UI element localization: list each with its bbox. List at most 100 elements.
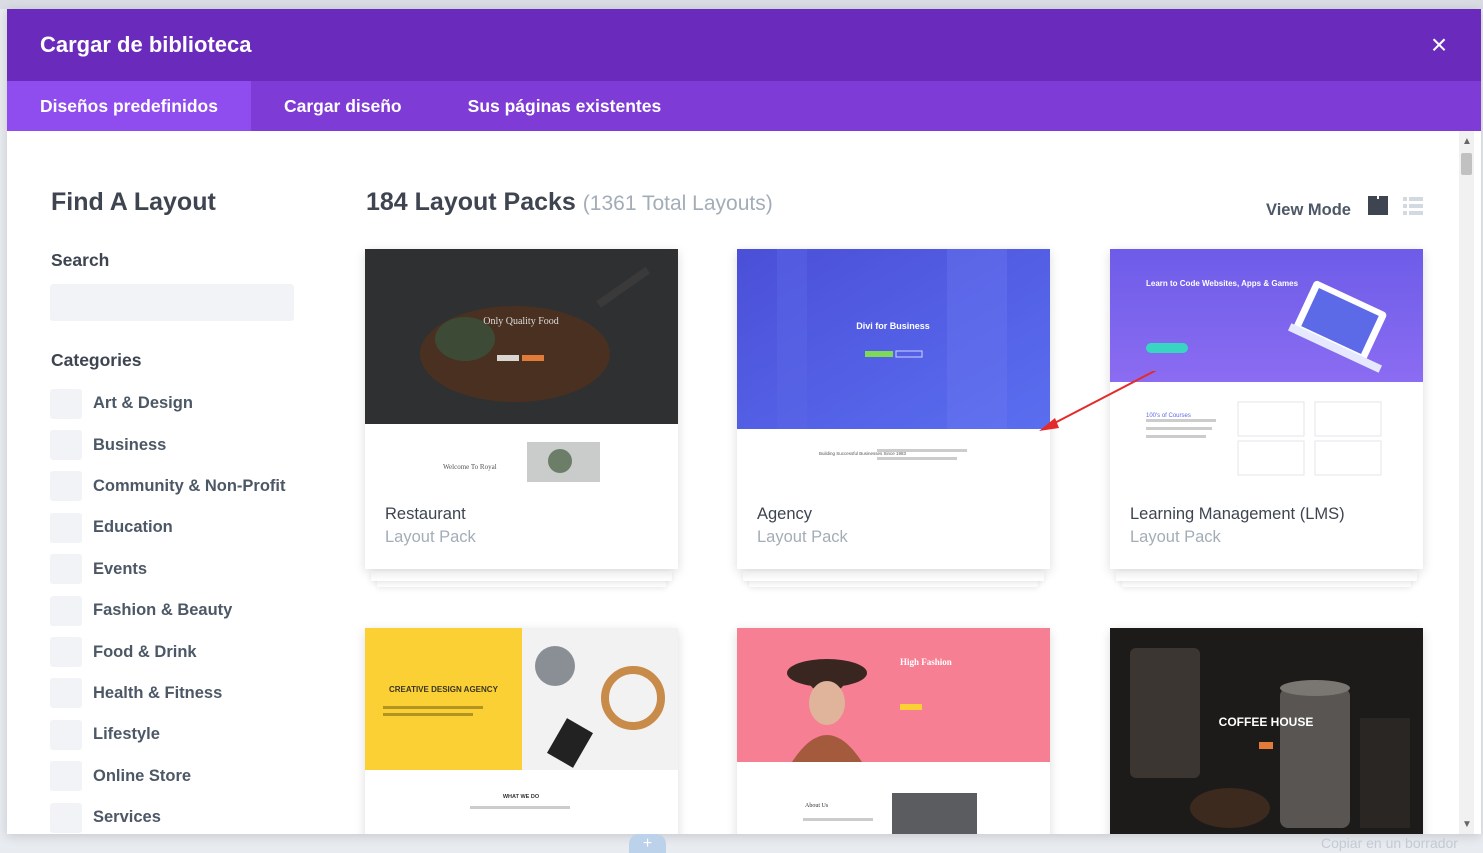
packs-title: 184 Layout Packs (1361 Total Layouts)	[366, 188, 773, 217]
card-thumbnail: Divi for Business Building Successful Bu…	[737, 249, 1050, 487]
coffee-thumb-headline: COFFEE HOUSE	[1219, 715, 1314, 729]
category-label: Fashion & Beauty	[93, 601, 233, 620]
category-health-fitness[interactable]: Health & Fitness	[50, 673, 285, 714]
agency-thumb-headline: Divi for Business	[856, 321, 930, 331]
category-art-design[interactable]: Art & Design	[50, 383, 285, 424]
layout-card-lms[interactable]: Learn to Code Websites, Apps & Games 100…	[1110, 249, 1423, 589]
copy-draft-link[interactable]: Copiar en un borrador	[1321, 835, 1458, 851]
category-food-drink[interactable]: Food & Drink	[50, 631, 285, 672]
agency-thumbnail: Divi for Business Building Successful Bu…	[737, 249, 1050, 487]
card-name: Restaurant	[385, 505, 466, 523]
category-fashion-beauty[interactable]: Fashion & Beauty	[50, 590, 285, 631]
scrollbar-thumb[interactable]	[1461, 153, 1472, 175]
category-label: Business	[93, 435, 167, 454]
card-thumbnail: Welcome To Royal Only Quality Food	[365, 249, 678, 487]
category-checkbox[interactable]	[50, 678, 82, 709]
restaurant-thumb-headline: Only Quality Food	[483, 316, 559, 327]
layout-card-restaurant[interactable]: Welcome To Royal Only Quality Food Resta…	[365, 249, 678, 589]
agency-thumb-subtext: Building Successful Businesses Since 198…	[819, 451, 907, 456]
tab-load-layout[interactable]: Cargar diseño	[251, 81, 435, 131]
add-section-button[interactable]: +	[629, 834, 666, 853]
scroll-up-icon[interactable]: ▲	[1462, 136, 1472, 147]
modal-header: Cargar de biblioteca ×	[7, 9, 1481, 81]
category-checkbox[interactable]	[50, 512, 82, 543]
category-label: Health & Fitness	[93, 683, 223, 702]
search-label: Search	[51, 250, 110, 270]
layout-card-design-agency[interactable]: CREATIVE DESIGN AGENCY WHAT WE DO	[365, 628, 678, 834]
card-name: Learning Management (LMS)	[1130, 505, 1345, 523]
scroll-down-icon[interactable]: ▼	[1462, 819, 1472, 830]
library-body: Find A Layout Search Categories Art & De…	[7, 131, 1481, 834]
category-checkbox[interactable]	[50, 802, 82, 833]
category-checkbox[interactable]	[50, 761, 82, 792]
category-checkbox[interactable]	[50, 430, 82, 461]
layout-card-coffee-house[interactable]: COFFEE HOUSE	[1110, 628, 1423, 834]
vertical-scrollbar[interactable]: ▲ ▼	[1459, 131, 1474, 834]
category-checkbox[interactable]	[50, 719, 82, 750]
category-checkbox[interactable]	[50, 388, 82, 419]
card-thumbnail: CREATIVE DESIGN AGENCY WHAT WE DO	[365, 628, 678, 834]
coffee-thumbnail: COFFEE HOUSE	[1110, 628, 1423, 834]
category-label: Art & Design	[93, 394, 193, 413]
category-community[interactable]: Community & Non-Profit	[50, 466, 285, 507]
category-events[interactable]: Events	[50, 549, 285, 590]
fashion-thumbnail: High Fashion About Us	[737, 628, 1050, 834]
category-education[interactable]: Education	[50, 507, 285, 548]
modal-title: Cargar de biblioteca	[40, 32, 252, 57]
tab-predefined-layouts[interactable]: Diseños predefinidos	[7, 81, 251, 131]
design-agency-thumb-headline: CREATIVE DESIGN AGENCY	[389, 685, 499, 694]
fashion-thumb-subtext: About Us	[805, 803, 829, 809]
restaurant-thumbnail: Welcome To Royal Only Quality Food	[365, 249, 678, 487]
categories-label: Categories	[51, 350, 142, 370]
library-modal: Cargar de biblioteca × Diseños predefini…	[7, 9, 1481, 834]
view-mode-label: View Mode	[1266, 201, 1351, 219]
category-services[interactable]: Services	[50, 797, 285, 834]
category-list: Art & Design Business Community & Non-Pr…	[50, 383, 285, 834]
close-button[interactable]: ×	[1425, 31, 1453, 59]
card-thumbnail: COFFEE HOUSE	[1110, 628, 1423, 834]
card-subtitle: Layout Pack	[385, 528, 476, 546]
card-stack-shadow	[371, 571, 672, 581]
card-body: Learn to Code Websites, Apps & Games 100…	[1110, 249, 1423, 569]
category-checkbox[interactable]	[50, 637, 82, 668]
category-business[interactable]: Business	[50, 424, 285, 465]
category-label: Community & Non-Profit	[93, 476, 286, 495]
restaurant-thumb-subtext: Welcome To Royal	[443, 463, 497, 471]
lms-thumbnail: Learn to Code Websites, Apps & Games 100…	[1110, 249, 1423, 487]
fashion-thumb-headline: High Fashion	[900, 657, 952, 667]
category-label: Lifestyle	[93, 725, 160, 744]
list-view-icon[interactable]	[1402, 195, 1424, 217]
category-label: Events	[93, 559, 148, 578]
lms-thumb-subtext: 100's of Courses	[1146, 413, 1191, 419]
tab-bar: Diseños predefinidos Cargar diseño Sus p…	[7, 81, 1481, 131]
tab-existing-pages[interactable]: Sus páginas existentes	[435, 81, 695, 131]
grid-view-icon[interactable]	[1367, 195, 1389, 217]
category-checkbox[interactable]	[50, 554, 82, 585]
card-subtitle: Layout Pack	[757, 528, 848, 546]
card-name: Agency	[757, 505, 813, 523]
category-label: Food & Drink	[93, 642, 197, 661]
category-checkbox[interactable]	[50, 471, 82, 502]
category-checkbox[interactable]	[50, 595, 82, 626]
packs-title-text: 184 Layout Packs	[366, 188, 576, 216]
design-agency-thumb-subtext: WHAT WE DO	[503, 794, 540, 800]
layout-card-high-fashion[interactable]: High Fashion About Us	[737, 628, 1050, 834]
card-body: CREATIVE DESIGN AGENCY WHAT WE DO	[365, 628, 678, 834]
category-label: Education	[93, 518, 173, 537]
card-body: High Fashion About Us	[737, 628, 1050, 834]
card-body: Divi for Business Building Successful Bu…	[737, 249, 1050, 569]
packs-count: (1361 Total Layouts)	[582, 192, 773, 215]
browser-top-strip	[0, 0, 1483, 9]
category-lifestyle[interactable]: Lifestyle	[50, 714, 285, 755]
category-label: Services	[93, 808, 161, 827]
search-input[interactable]	[50, 284, 294, 321]
card-body: COFFEE HOUSE	[1110, 628, 1423, 834]
card-body: Welcome To Royal Only Quality Food Resta…	[365, 249, 678, 569]
category-online-store[interactable]: Online Store	[50, 756, 285, 797]
layout-card-agency[interactable]: Divi for Business Building Successful Bu…	[737, 249, 1050, 589]
card-stack-shadow	[1116, 571, 1417, 581]
sidebar-title: Find A Layout	[51, 188, 216, 216]
card-thumbnail: Learn to Code Websites, Apps & Games 100…	[1110, 249, 1423, 487]
category-label: Online Store	[93, 766, 192, 785]
design-agency-thumbnail: CREATIVE DESIGN AGENCY WHAT WE DO	[365, 628, 678, 834]
